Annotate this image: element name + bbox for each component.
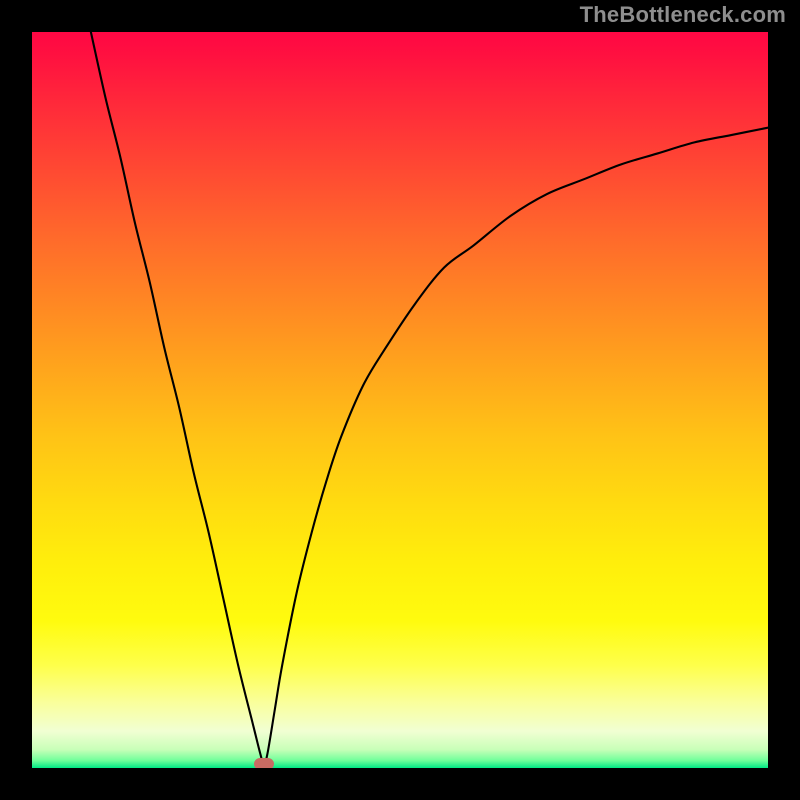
chart-frame: TheBottleneck.com (0, 0, 800, 800)
watermark-text: TheBottleneck.com (580, 2, 786, 28)
optimal-marker (254, 758, 274, 768)
plot-area (32, 32, 768, 768)
curve-svg (32, 32, 768, 768)
bottleneck-curve (91, 32, 768, 764)
